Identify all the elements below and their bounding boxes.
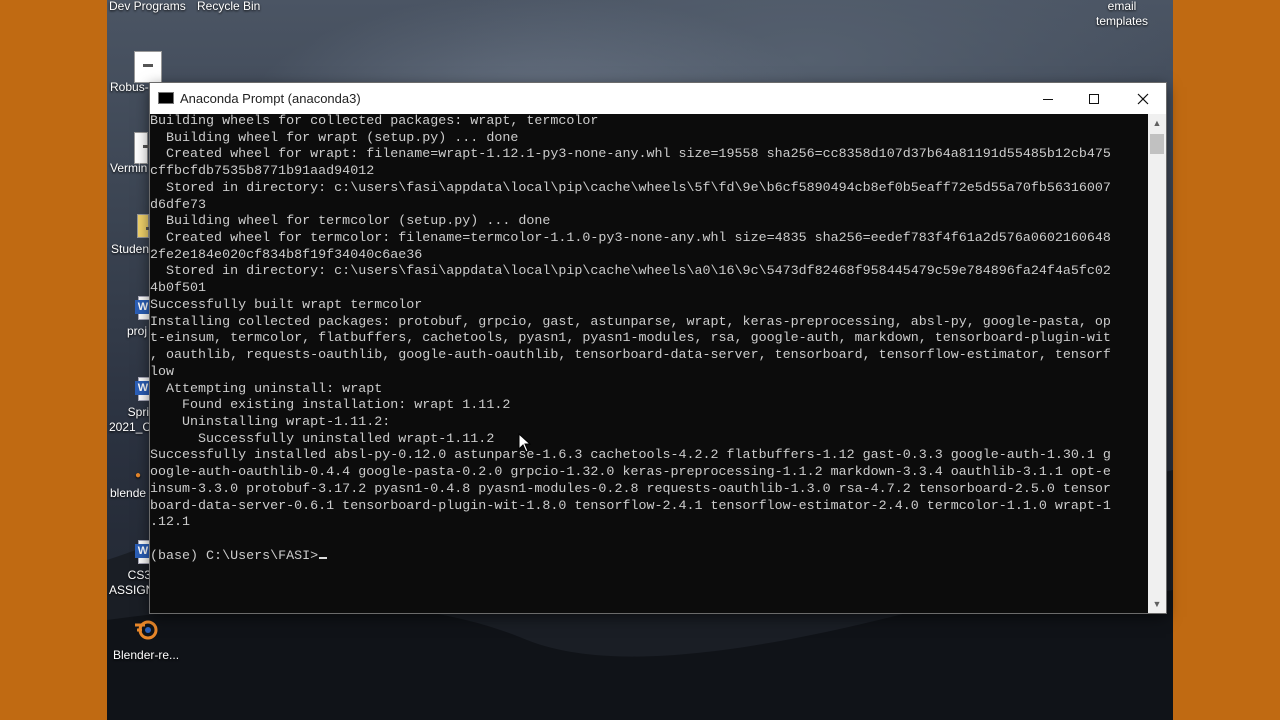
console-line-text: Building wheels for collected packages: … — [150, 114, 599, 129]
console-line: (base) C:\Users\FASI> — [150, 549, 1148, 566]
text-cursor — [319, 556, 328, 559]
console-line: Successfully built wrapt termcolor — [150, 298, 1148, 315]
window-title: Anaconda Prompt (anaconda3) — [180, 91, 361, 106]
console-line: Building wheels for collected packages: … — [150, 114, 1148, 131]
blender-icon[interactable] — [133, 619, 159, 641]
desktop-icon-label: Vermin — [110, 161, 148, 175]
console-line-text: d6dfe73 — [150, 197, 207, 213]
desktop-icon-recycle-bin[interactable]: Recycle Bin — [197, 0, 260, 14]
console-line-text: Building wheel for termcolor (setup.py) … — [150, 214, 551, 230]
desktop-icon-label: Recycle Bin — [197, 0, 261, 13]
console-line-text: Created wheel for termcolor: filename=te… — [150, 231, 1111, 247]
console-lines: Building wheels for collected packages: … — [150, 114, 1148, 565]
blender-small-icon: ● — [135, 470, 142, 481]
console-line-text: Successfully uninstalled wrapt-1.11.2 — [150, 431, 495, 447]
desktop-icon-label: Spri 2021_C — [109, 405, 152, 434]
console-line: Successfully uninstalled wrapt-1.11.2 — [150, 432, 1148, 449]
console-line: Installing collected packages: protobuf,… — [150, 315, 1148, 332]
console-line-text: t-einsum, termcolor, flatbuffers, cachet… — [150, 331, 1111, 347]
console-line: oogle-auth-oauthlib-0.4.4 google-pasta-0… — [150, 465, 1148, 482]
console-line-text: , oauthlib, requests-oauthlib, google-au… — [150, 348, 1111, 364]
desktop-icon-label: Blender-re... — [113, 648, 180, 662]
title-bar[interactable]: Anaconda Prompt (anaconda3) — [150, 83, 1166, 114]
console-line: Building wheel for wrapt (setup.py) ... … — [150, 131, 1148, 148]
console-line: Created wheel for termcolor: filename=te… — [150, 231, 1148, 248]
console-line: Created wheel for wrapt: filename=wrapt-… — [150, 147, 1148, 164]
anaconda-prompt-window[interactable]: Anaconda Prompt (anaconda3) Building whe… — [150, 83, 1166, 613]
console-line: Stored in directory: c:\users\fasi\appda… — [150, 264, 1148, 281]
folder-icon[interactable] — [137, 214, 156, 238]
minimize-button[interactable] — [1025, 83, 1071, 114]
document-icon[interactable] — [134, 51, 162, 83]
minimize-icon — [1043, 98, 1053, 100]
desktop-icon-email-templates[interactable]: email templates — [1092, 0, 1152, 29]
console-line-text: low — [150, 364, 175, 380]
console-line: t-einsum, termcolor, flatbuffers, cachet… — [150, 331, 1148, 348]
vertical-scrollbar[interactable]: ▲ ▼ — [1148, 114, 1166, 613]
console-line: cffbcfdb7535b8771b91aad94012 — [150, 164, 1148, 181]
close-button[interactable] — [1120, 83, 1166, 114]
scroll-up-icon[interactable]: ▲ — [1148, 114, 1166, 132]
console-line-text: insum-3.3.0 protobuf-3.17.2 pyasn1-0.4.8… — [150, 481, 1111, 497]
console-line-text: 4b0f501 — [150, 281, 207, 297]
mouse-cursor-icon — [518, 433, 532, 453]
desktop-icon-label: blende — [110, 486, 147, 500]
console-output[interactable]: Building wheels for collected packages: … — [150, 114, 1148, 613]
console-line: board-data-server-0.6.1 tensorboard-plug… — [150, 499, 1148, 516]
console-line: Building wheel for termcolor (setup.py) … — [150, 214, 1148, 231]
console-line-text: cffbcfdb7535b8771b91aad94012 — [150, 164, 375, 180]
desktop-icon-label: CS3 ASSIGN — [109, 568, 155, 597]
scroll-down-icon[interactable]: ▼ — [1148, 595, 1166, 613]
console-line-text: Successfully installed absl-py-0.12.0 as… — [150, 448, 1111, 464]
console-line: Successfully installed absl-py-0.12.0 as… — [150, 448, 1148, 465]
desktop-icon-label: Robus- — [110, 80, 149, 94]
console-line-text: 2fe2e184e020cf834b8f19f34040c6ae36 — [150, 247, 423, 263]
console-line: d6dfe73 — [150, 198, 1148, 215]
close-icon — [1137, 93, 1149, 104]
desktop-icon-robus[interactable]: Robus- — [110, 80, 149, 95]
console-line-text: Attempting uninstall: wrapt — [150, 381, 383, 397]
console-line-text: Found existing installation: wrapt 1.11.… — [150, 398, 511, 414]
console-icon — [158, 92, 174, 104]
desktop-icon-proj[interactable]: proj — [127, 324, 147, 339]
console-line-text: (base) C:\Users\FASI> — [150, 548, 319, 564]
console-line-text: Uninstalling wrapt-1.11.2: — [150, 414, 391, 430]
console-line: .12.1 — [150, 515, 1148, 532]
desktop-icon-label: proj — [127, 324, 148, 338]
desktop-icon-blender[interactable]: blende — [110, 486, 146, 501]
desktop-icon-dev-programs[interactable]: Dev Programs — [109, 0, 186, 14]
desktop-icon-label: Studen — [111, 242, 150, 256]
desktop-icon-label: Dev Programs — [109, 0, 186, 13]
console-line: Stored in directory: c:\users\fasi\appda… — [150, 181, 1148, 198]
console-line: , oauthlib, requests-oauthlib, google-au… — [150, 348, 1148, 365]
desktop-icon-studen[interactable]: Studen — [111, 242, 149, 257]
console-line: 4b0f501 — [150, 281, 1148, 298]
console-line: Found existing installation: wrapt 1.11.… — [150, 398, 1148, 415]
scroll-thumb[interactable] — [1150, 134, 1164, 154]
maximize-button[interactable] — [1071, 83, 1117, 114]
desktop-icon-vermin[interactable]: Vermin — [110, 161, 147, 176]
console-line-text: Building wheel for wrapt (setup.py) ... … — [150, 130, 519, 146]
document-icon[interactable] — [134, 132, 153, 164]
console-line-text: Installing collected packages: protobuf,… — [150, 314, 1111, 330]
console-line: insum-3.3.0 protobuf-3.17.2 pyasn1-0.4.8… — [150, 482, 1148, 499]
desktop-icon-spring-2021[interactable]: Spri 2021_C — [109, 405, 152, 435]
desktop-icon-label: email templates — [1095, 0, 1149, 28]
desktop-icon-blender-release[interactable]: Blender-re... — [113, 648, 179, 663]
console-line-text: Stored in directory: c:\users\fasi\appda… — [150, 180, 1111, 196]
console-line-text: board-data-server-0.6.1 tensorboard-plug… — [150, 498, 1111, 514]
console-line-text: oogle-auth-oauthlib-0.4.4 google-pasta-0… — [150, 465, 1111, 481]
console-line-text: Created wheel for wrapt: filename=wrapt-… — [150, 147, 1111, 163]
console-line-text: .12.1 — [150, 515, 191, 531]
console-line: Attempting uninstall: wrapt — [150, 382, 1148, 399]
maximize-icon — [1089, 93, 1099, 104]
console-line: 2fe2e184e020cf834b8f19f34040c6ae36 — [150, 248, 1148, 265]
console-line: low — [150, 365, 1148, 382]
console-line-text: Successfully built wrapt termcolor — [150, 297, 423, 313]
desktop-icon-cs3-assign[interactable]: CS3 ASSIGN — [109, 568, 155, 598]
console-line-text: Stored in directory: c:\users\fasi\appda… — [150, 264, 1111, 280]
console-line: Uninstalling wrapt-1.11.2: — [150, 415, 1148, 432]
